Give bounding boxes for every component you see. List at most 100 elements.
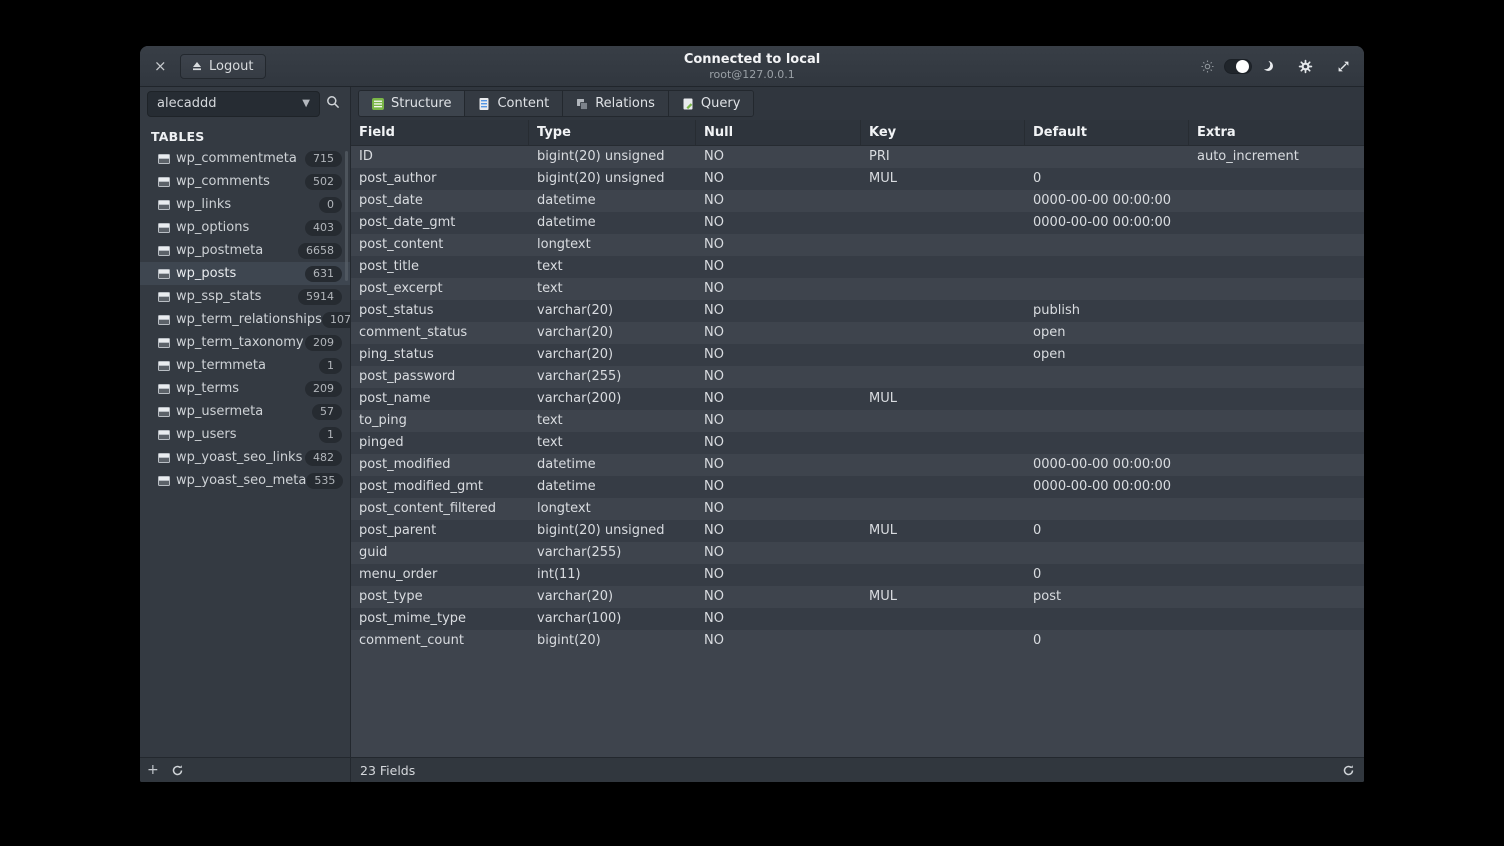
sidebar-item-wp_links[interactable]: wp_links 0	[140, 193, 350, 216]
sidebar-item-wp_ssp_stats[interactable]: wp_ssp_stats 5914	[140, 285, 350, 308]
field-row-post_author[interactable]: post_author bigint(20) unsigned NO MUL 0	[351, 168, 1364, 190]
sidebar-item-wp_postmeta[interactable]: wp_postmeta 6658	[140, 239, 350, 262]
cell-field: post_mime_type	[351, 608, 529, 630]
field-row-guid[interactable]: guid varchar(255) NO	[351, 542, 1364, 564]
table-icon	[158, 407, 170, 417]
field-row-to_ping[interactable]: to_ping text NO	[351, 410, 1364, 432]
reload-tables-button[interactable]	[171, 764, 184, 777]
field-row-post_date_gmt[interactable]: post_date_gmt datetime NO 0000-00-00 00:…	[351, 212, 1364, 234]
moon-icon	[1262, 60, 1274, 72]
cell-null: NO	[696, 564, 861, 586]
headerbar: × Logout Connected to local root@127.0.0…	[140, 46, 1364, 87]
tab-content[interactable]: Content	[465, 91, 563, 116]
tab-label: Query	[701, 96, 741, 111]
field-row-ping_status[interactable]: ping_status varchar(20) NO open	[351, 344, 1364, 366]
add-table-button[interactable]: +	[147, 763, 159, 777]
field-row-post_modified[interactable]: post_modified datetime NO 0000-00-00 00:…	[351, 454, 1364, 476]
field-row-comment_count[interactable]: comment_count bigint(20) NO 0	[351, 630, 1364, 652]
cell-field: ping_status	[351, 344, 529, 366]
table-icon	[158, 338, 170, 348]
column-header-default[interactable]: Default	[1025, 120, 1189, 145]
search-icon	[326, 94, 340, 113]
sidebar-footer: +	[140, 757, 350, 782]
cell-null: NO	[696, 366, 861, 388]
column-header-key[interactable]: Key	[861, 120, 1025, 145]
field-row-post_name[interactable]: post_name varchar(200) NO MUL	[351, 388, 1364, 410]
field-row-post_content[interactable]: post_content longtext NO	[351, 234, 1364, 256]
cell-default: 0000-00-00 00:00:00	[1025, 454, 1189, 476]
refresh-structure-button[interactable]	[1342, 764, 1355, 777]
field-row-post_excerpt[interactable]: post_excerpt text NO	[351, 278, 1364, 300]
sidebar-item-wp_usermeta[interactable]: wp_usermeta 57	[140, 400, 350, 423]
logout-label: Logout	[209, 59, 254, 74]
tables-section-label: TABLES	[140, 120, 350, 147]
field-row-post_date[interactable]: post_date datetime NO 0000-00-00 00:00:0…	[351, 190, 1364, 212]
sidebar-item-wp_terms[interactable]: wp_terms 209	[140, 377, 350, 400]
sidebar-item-wp_termmeta[interactable]: wp_termmeta 1	[140, 354, 350, 377]
table-icon	[158, 269, 170, 279]
sidebar-item-wp_users[interactable]: wp_users 1	[140, 423, 350, 446]
fullscreen-icon[interactable]	[1337, 60, 1350, 73]
cell-field: guid	[351, 542, 529, 564]
field-row-post_parent[interactable]: post_parent bigint(20) unsigned NO MUL 0	[351, 520, 1364, 542]
field-row-comment_status[interactable]: comment_status varchar(20) NO open	[351, 322, 1364, 344]
field-row-post_content_filtered[interactable]: post_content_filtered longtext NO	[351, 498, 1364, 520]
field-row-ID[interactable]: ID bigint(20) unsigned NO PRI auto_incre…	[351, 146, 1364, 168]
tab-query[interactable]: Query	[669, 91, 754, 116]
app-window: × Logout Connected to local root@127.0.0…	[140, 46, 1364, 782]
table-icon	[158, 200, 170, 210]
cell-type: varchar(20)	[529, 300, 696, 322]
cell-type: datetime	[529, 190, 696, 212]
column-header-null[interactable]: Null	[696, 120, 861, 145]
search-tables-button[interactable]	[320, 91, 346, 117]
cell-field: comment_status	[351, 322, 529, 344]
theme-toggle[interactable]	[1224, 59, 1252, 74]
cell-key: MUL	[861, 586, 1025, 608]
cell-default: 0000-00-00 00:00:00	[1025, 190, 1189, 212]
logout-button[interactable]: Logout	[180, 54, 266, 79]
cell-field: post_date_gmt	[351, 212, 529, 234]
field-row-post_modified_gmt[interactable]: post_modified_gmt datetime NO 0000-00-00…	[351, 476, 1364, 498]
cell-null: NO	[696, 410, 861, 432]
content-icon	[478, 98, 490, 110]
relations-icon	[576, 98, 588, 110]
column-header-type[interactable]: Type	[529, 120, 696, 145]
table-name: wp_term_relationships	[176, 312, 322, 327]
structure-table-header: Field Type Null Key Default Extra	[351, 120, 1364, 146]
sidebar-item-wp_posts[interactable]: wp_posts 631	[140, 262, 350, 285]
cell-type: varchar(255)	[529, 542, 696, 564]
cell-field: post_status	[351, 300, 529, 322]
sidebar-item-wp_term_taxonomy[interactable]: wp_term_taxonomy 209	[140, 331, 350, 354]
field-row-post_mime_type[interactable]: post_mime_type varchar(100) NO	[351, 608, 1364, 630]
column-header-field[interactable]: Field	[351, 120, 529, 145]
tab-relations[interactable]: Relations	[563, 91, 669, 116]
query-icon	[682, 98, 694, 110]
database-select-row: alecaddd ▼	[140, 87, 350, 120]
sidebar-item-wp_commentmeta[interactable]: wp_commentmeta 715	[140, 147, 350, 170]
close-window-button[interactable]: ×	[154, 59, 172, 74]
cell-field: comment_count	[351, 630, 529, 652]
sidebar-item-wp_comments[interactable]: wp_comments 502	[140, 170, 350, 193]
field-row-post_status[interactable]: post_status varchar(20) NO publish	[351, 300, 1364, 322]
theme-toggle-knob[interactable]	[1236, 60, 1249, 73]
column-header-extra[interactable]: Extra	[1189, 120, 1364, 145]
row-count-badge: 715	[305, 151, 342, 167]
database-dropdown[interactable]: alecaddd ▼	[147, 91, 320, 117]
field-row-menu_order[interactable]: menu_order int(11) NO 0	[351, 564, 1364, 586]
cell-extra: auto_increment	[1189, 146, 1364, 168]
gear-icon[interactable]	[1298, 59, 1313, 74]
table-name: wp_commentmeta	[176, 151, 297, 166]
field-row-post_type[interactable]: post_type varchar(20) NO MUL post	[351, 586, 1364, 608]
field-row-post_password[interactable]: post_password varchar(255) NO	[351, 366, 1364, 388]
sidebar-item-wp_yoast_seo_links[interactable]: wp_yoast_seo_links 482	[140, 446, 350, 469]
cell-field: post_password	[351, 366, 529, 388]
sidebar-item-wp_term_relationships[interactable]: wp_term_relationships 1075	[140, 308, 350, 331]
sidebar-scrollbar[interactable]	[345, 151, 348, 281]
sidebar-item-wp_yoast_seo_meta[interactable]: wp_yoast_seo_meta 535	[140, 469, 350, 492]
cell-null: NO	[696, 586, 861, 608]
sidebar-item-wp_options[interactable]: wp_options 403	[140, 216, 350, 239]
field-row-pinged[interactable]: pinged text NO	[351, 432, 1364, 454]
cell-field: post_parent	[351, 520, 529, 542]
tab-structure[interactable]: Structure	[359, 91, 465, 116]
field-row-post_title[interactable]: post_title text NO	[351, 256, 1364, 278]
